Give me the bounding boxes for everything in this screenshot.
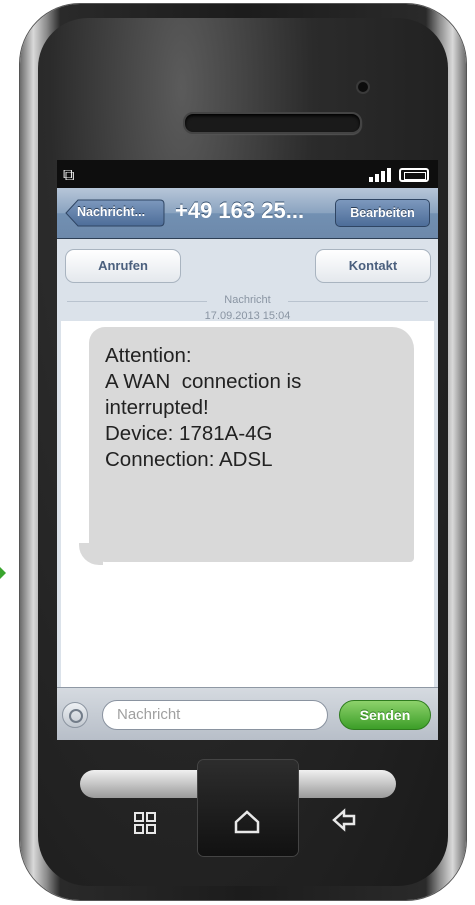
phone-screen: ⧉ Nachricht... +49 163 25... Bearbeiten …: [57, 160, 438, 740]
message-thread[interactable]: Attention: A WAN connection is interrupt…: [61, 321, 434, 687]
message-line: Device: 1781A-4G: [105, 422, 273, 445]
edit-button[interactable]: Bearbeiten: [335, 199, 430, 227]
message-line: interrupted!: [105, 396, 209, 419]
front-camera: [358, 82, 368, 92]
contact-actions: Anrufen Kontakt: [57, 239, 438, 299]
message-line: Connection: ADSL: [105, 448, 273, 471]
screen-rotate-icon: ⧉: [63, 165, 75, 184]
camera-icon[interactable]: [62, 702, 88, 728]
navigation-bar: Nachricht... +49 163 25... Bearbeiten: [57, 188, 438, 239]
menu-grid-icon[interactable]: [134, 812, 156, 840]
contact-number-title: +49 163 25...: [175, 198, 305, 223]
signal-bars-icon: [369, 168, 397, 182]
message-input[interactable]: Nachricht: [102, 700, 328, 730]
earpiece-speaker: [183, 112, 362, 134]
send-button[interactable]: Senden: [339, 700, 431, 730]
back-to-messages-button[interactable]: Nachricht...: [65, 199, 165, 227]
message-text: Attention: A WAN connection is interrupt…: [105, 343, 405, 473]
message-line: A WAN connection is: [105, 370, 302, 393]
message-timestamp: 17.09.2013 15:04: [204, 310, 291, 320]
back-button-label: Nachricht...: [77, 205, 146, 219]
pointer-arrow-icon: [0, 566, 6, 579]
thread-separator: Nachricht: [57, 294, 438, 308]
home-button-well: [198, 760, 298, 856]
contact-button[interactable]: Kontakt: [315, 249, 431, 283]
compose-bar: Nachricht Senden: [57, 687, 438, 740]
home-icon[interactable]: [234, 810, 260, 840]
battery-icon: [399, 168, 429, 182]
message-line: Attention:: [105, 344, 192, 367]
status-bar: ⧉: [57, 160, 438, 188]
back-arrow-icon[interactable]: [332, 808, 356, 838]
call-button[interactable]: Anrufen: [65, 249, 181, 283]
